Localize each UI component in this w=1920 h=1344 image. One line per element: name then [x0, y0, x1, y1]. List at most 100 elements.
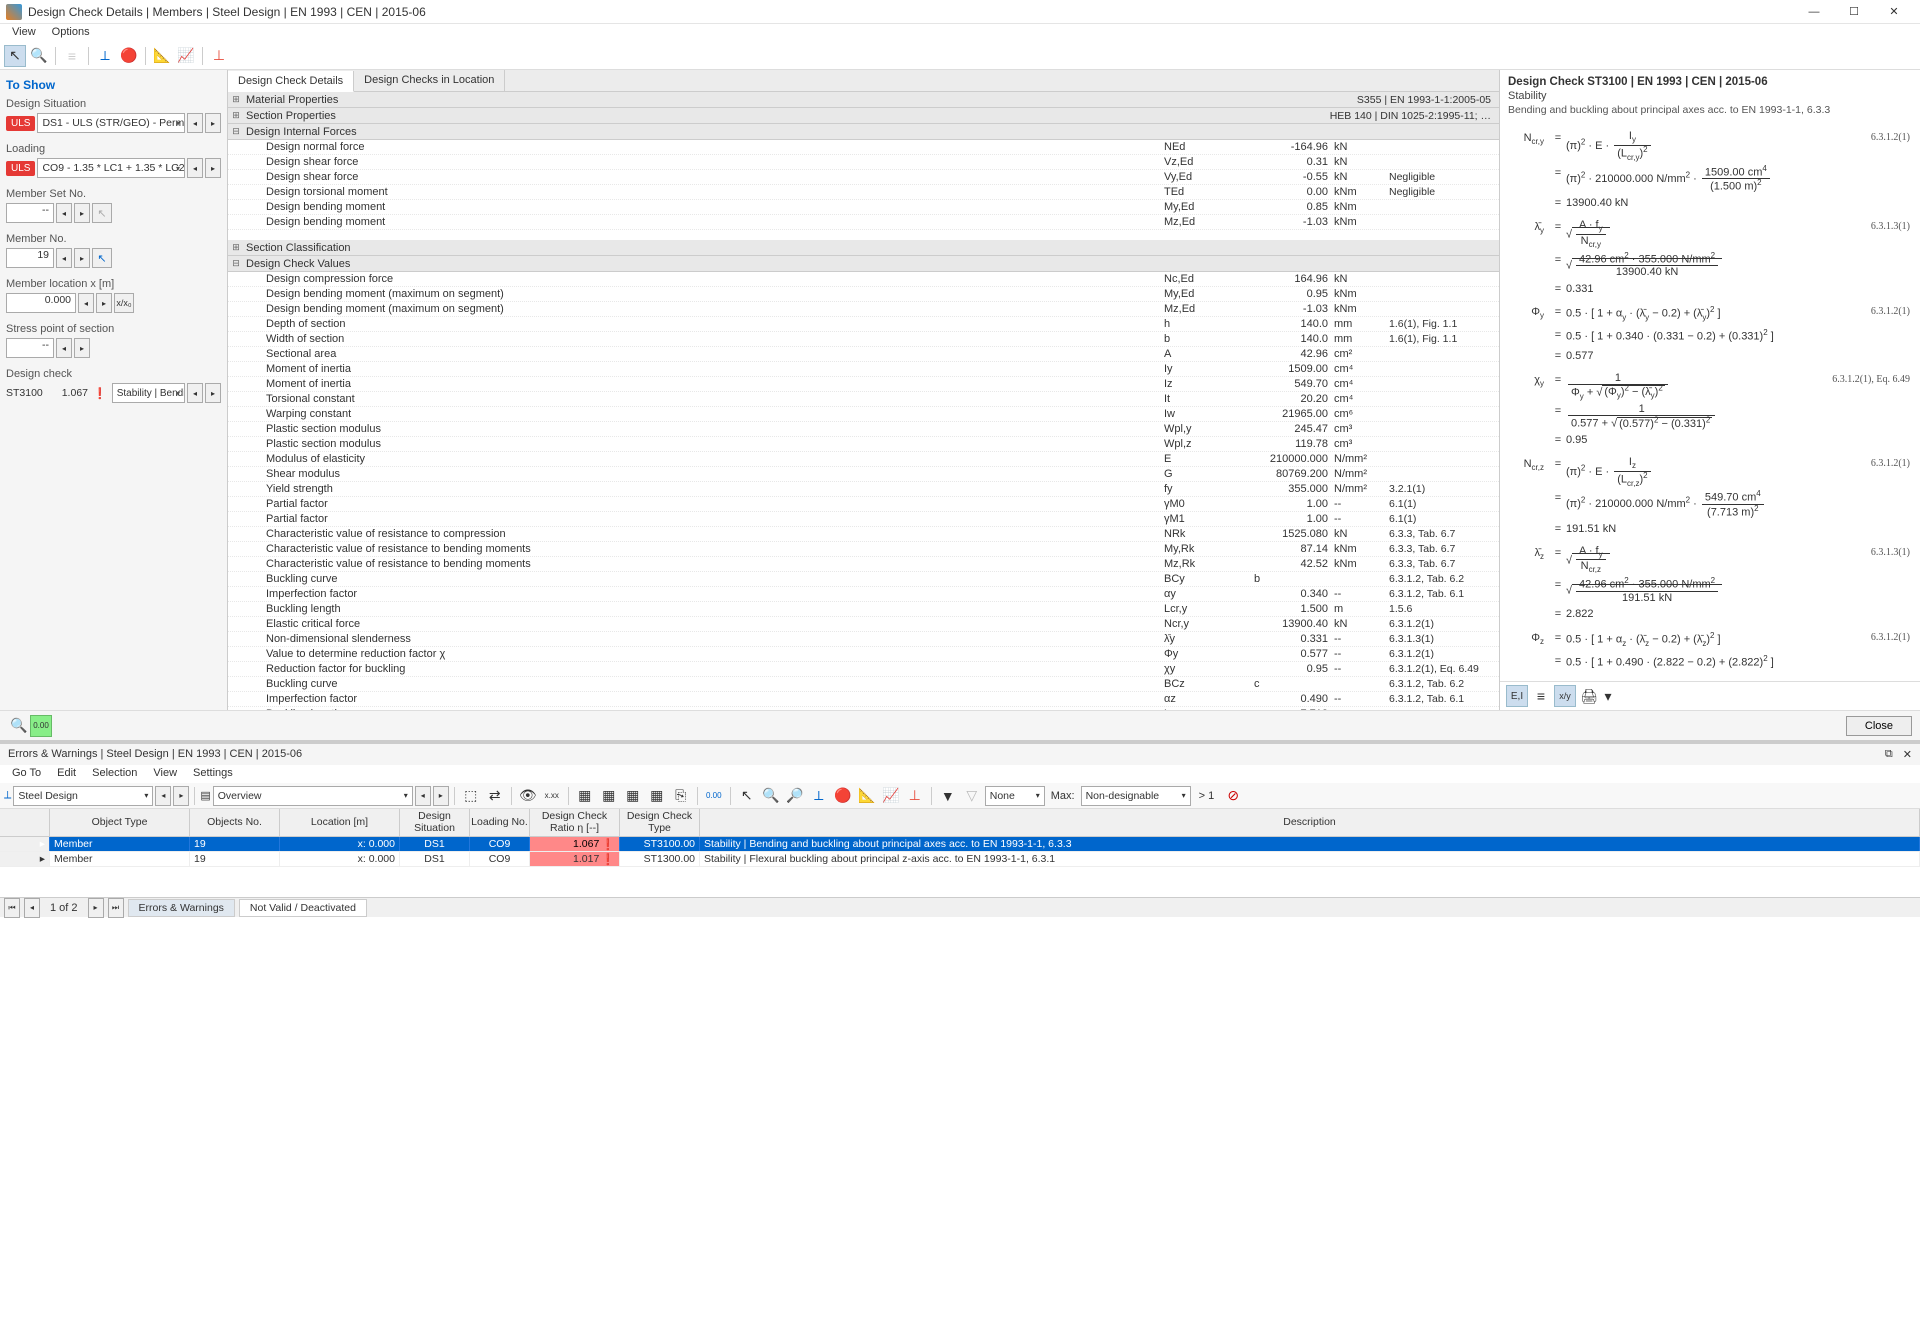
- check-prev[interactable]: ◂: [187, 383, 203, 403]
- section-icon[interactable]: ⊥: [208, 45, 230, 67]
- errors-view-combo[interactable]: Overview: [213, 786, 413, 806]
- addon-prev[interactable]: ◂: [155, 786, 171, 806]
- ds-prev[interactable]: ◂: [187, 113, 203, 133]
- list-icon[interactable]: ≡: [61, 45, 83, 67]
- group-header[interactable]: ⊞Section Classification: [228, 240, 1499, 256]
- page-last[interactable]: ⏭: [108, 898, 124, 918]
- menu-options[interactable]: Options: [44, 24, 98, 42]
- addon-next[interactable]: ▸: [173, 786, 189, 806]
- emenu-set[interactable]: Settings: [185, 765, 241, 783]
- group-header[interactable]: ⊟Design Internal Forces: [228, 124, 1499, 140]
- load-combo[interactable]: CO9 - 1.35 * LC1 + 1.35 * LC2 + …: [37, 158, 185, 178]
- property-row: Characteristic value of resistance to be…: [228, 557, 1499, 572]
- ds-next[interactable]: ▸: [205, 113, 221, 133]
- membno-prev[interactable]: ◂: [56, 248, 72, 268]
- graph2-icon[interactable]: 📈: [880, 785, 902, 807]
- emenu-sel[interactable]: Selection: [84, 765, 145, 783]
- member2-icon[interactable]: 📐: [856, 785, 878, 807]
- eye-icon[interactable]: 👁: [517, 785, 539, 807]
- group-header[interactable]: ⊟Design Check Values: [228, 256, 1499, 272]
- tab-notvalid[interactable]: Not Valid / Deactivated: [239, 899, 367, 917]
- close-window-button[interactable]: ✕: [1874, 2, 1914, 22]
- page-first[interactable]: ⏮: [4, 898, 20, 918]
- export-icon[interactable]: ⎘: [670, 785, 692, 807]
- loc-input[interactable]: 0.000: [6, 293, 76, 313]
- stress-next[interactable]: ▸: [74, 338, 90, 358]
- minimize-button[interactable]: —: [1794, 2, 1834, 22]
- graph-icon[interactable]: 📈: [175, 45, 197, 67]
- membno-input[interactable]: 19: [6, 248, 54, 268]
- page-prev[interactable]: ◂: [24, 898, 40, 918]
- error-row[interactable]: ▸ Member 19 x: 0.000 DS1 CO9 1.017 ❗ ST1…: [0, 852, 1920, 867]
- member-icon[interactable]: 📐: [151, 45, 173, 67]
- membset-next[interactable]: ▸: [74, 203, 90, 223]
- stress-input[interactable]: --: [6, 338, 54, 358]
- tab-errors[interactable]: Errors & Warnings: [128, 899, 235, 917]
- ds-combo[interactable]: DS1 - ULS (STR/GEO) - Permane…: [37, 113, 185, 133]
- zoom-icon[interactable]: 🔍: [760, 785, 782, 807]
- membno-next[interactable]: ▸: [74, 248, 90, 268]
- group-header[interactable]: ⊞Section PropertiesHEB 140 | DIN 1025-2:…: [228, 108, 1499, 124]
- max-combo[interactable]: Non-designable: [1081, 786, 1191, 806]
- group-header[interactable]: ⊞Material PropertiesS355 | EN 1993-1-1:2…: [228, 92, 1499, 108]
- filter-icon[interactable]: ▼: [937, 785, 959, 807]
- emenu-edit[interactable]: Edit: [49, 765, 84, 783]
- membno-pick-icon[interactable]: ↖: [92, 248, 112, 268]
- swap-icon[interactable]: ⇄: [484, 785, 506, 807]
- menu-view[interactable]: View: [4, 24, 44, 42]
- errors-detach-icon[interactable]: ⧉: [1885, 748, 1893, 761]
- clear-filter-icon[interactable]: ⊘: [1222, 785, 1244, 807]
- colors-icon[interactable]: 🔴: [118, 45, 140, 67]
- check-next[interactable]: ▸: [205, 383, 221, 403]
- membset-prev[interactable]: ◂: [56, 203, 72, 223]
- errors-grid[interactable]: Object Type Objects No. Location [m] Des…: [0, 809, 1920, 897]
- emenu-goto[interactable]: Go To: [4, 765, 49, 783]
- section2-icon[interactable]: ⊥: [904, 785, 926, 807]
- loc-prev[interactable]: ◂: [78, 293, 94, 313]
- table1-icon[interactable]: ▦: [574, 785, 596, 807]
- stress-prev[interactable]: ◂: [56, 338, 72, 358]
- arrow-icon[interactable]: ↖: [736, 785, 758, 807]
- maximize-button[interactable]: ☐: [1834, 2, 1874, 22]
- tab-location[interactable]: Design Checks in Location: [354, 70, 505, 91]
- errors-addon-combo[interactable]: Steel Design: [13, 786, 153, 806]
- print-icon[interactable]: 🖨: [1578, 685, 1600, 707]
- check-combo[interactable]: Stability | Bendin…: [112, 383, 185, 403]
- colors2-icon[interactable]: 🔴: [832, 785, 854, 807]
- load-prev[interactable]: ◂: [187, 158, 203, 178]
- error-row[interactable]: ▸ Member 19 x: 0.000 DS1 CO9 1.067 ❗ ST3…: [0, 837, 1920, 852]
- errors-close-icon[interactable]: ✕: [1903, 748, 1912, 761]
- print-dd-icon[interactable]: ▾: [1602, 685, 1614, 707]
- zoomout-icon[interactable]: 🔎: [784, 785, 806, 807]
- property-list[interactable]: ⊞Material PropertiesS355 | EN 1993-1-1:2…: [228, 92, 1499, 710]
- col-ds: Design Situation: [400, 809, 470, 836]
- table3-icon[interactable]: ▦: [622, 785, 644, 807]
- filter-combo[interactable]: None: [985, 786, 1045, 806]
- tab-details[interactable]: Design Check Details: [228, 71, 354, 92]
- view-prev[interactable]: ◂: [415, 786, 431, 806]
- page-next[interactable]: ▸: [88, 898, 104, 918]
- help-icon[interactable]: 🔍: [8, 715, 30, 737]
- pointer-tool-icon[interactable]: ↖: [4, 45, 26, 67]
- precision-icon[interactable]: 0.00: [30, 715, 52, 737]
- chart2-icon[interactable]: ⟂: [808, 785, 830, 807]
- table2-icon[interactable]: ▦: [598, 785, 620, 807]
- list-mode-icon[interactable]: ≡: [1530, 685, 1552, 707]
- frac-mode-icon[interactable]: x/y: [1554, 685, 1576, 707]
- loc-next[interactable]: ▸: [96, 293, 112, 313]
- emenu-view[interactable]: View: [145, 765, 185, 783]
- loc-x-icon[interactable]: x/x₀: [114, 293, 134, 313]
- close-button[interactable]: Close: [1846, 716, 1912, 736]
- load-next[interactable]: ▸: [205, 158, 221, 178]
- xxx-icon[interactable]: x.xx: [541, 785, 563, 807]
- filter2-icon[interactable]: ▽: [961, 785, 983, 807]
- membset-pick-icon[interactable]: ↖: [92, 203, 112, 223]
- view-next[interactable]: ▸: [433, 786, 449, 806]
- find-icon[interactable]: 🔍: [28, 45, 50, 67]
- chart-icon[interactable]: ⟂: [94, 45, 116, 67]
- toggle-sym-icon[interactable]: E,I: [1506, 685, 1528, 707]
- cursor-icon[interactable]: ⬚: [460, 785, 482, 807]
- table4-icon[interactable]: ▦: [646, 785, 668, 807]
- precision2-icon[interactable]: 0.00: [703, 785, 725, 807]
- membset-input[interactable]: --: [6, 203, 54, 223]
